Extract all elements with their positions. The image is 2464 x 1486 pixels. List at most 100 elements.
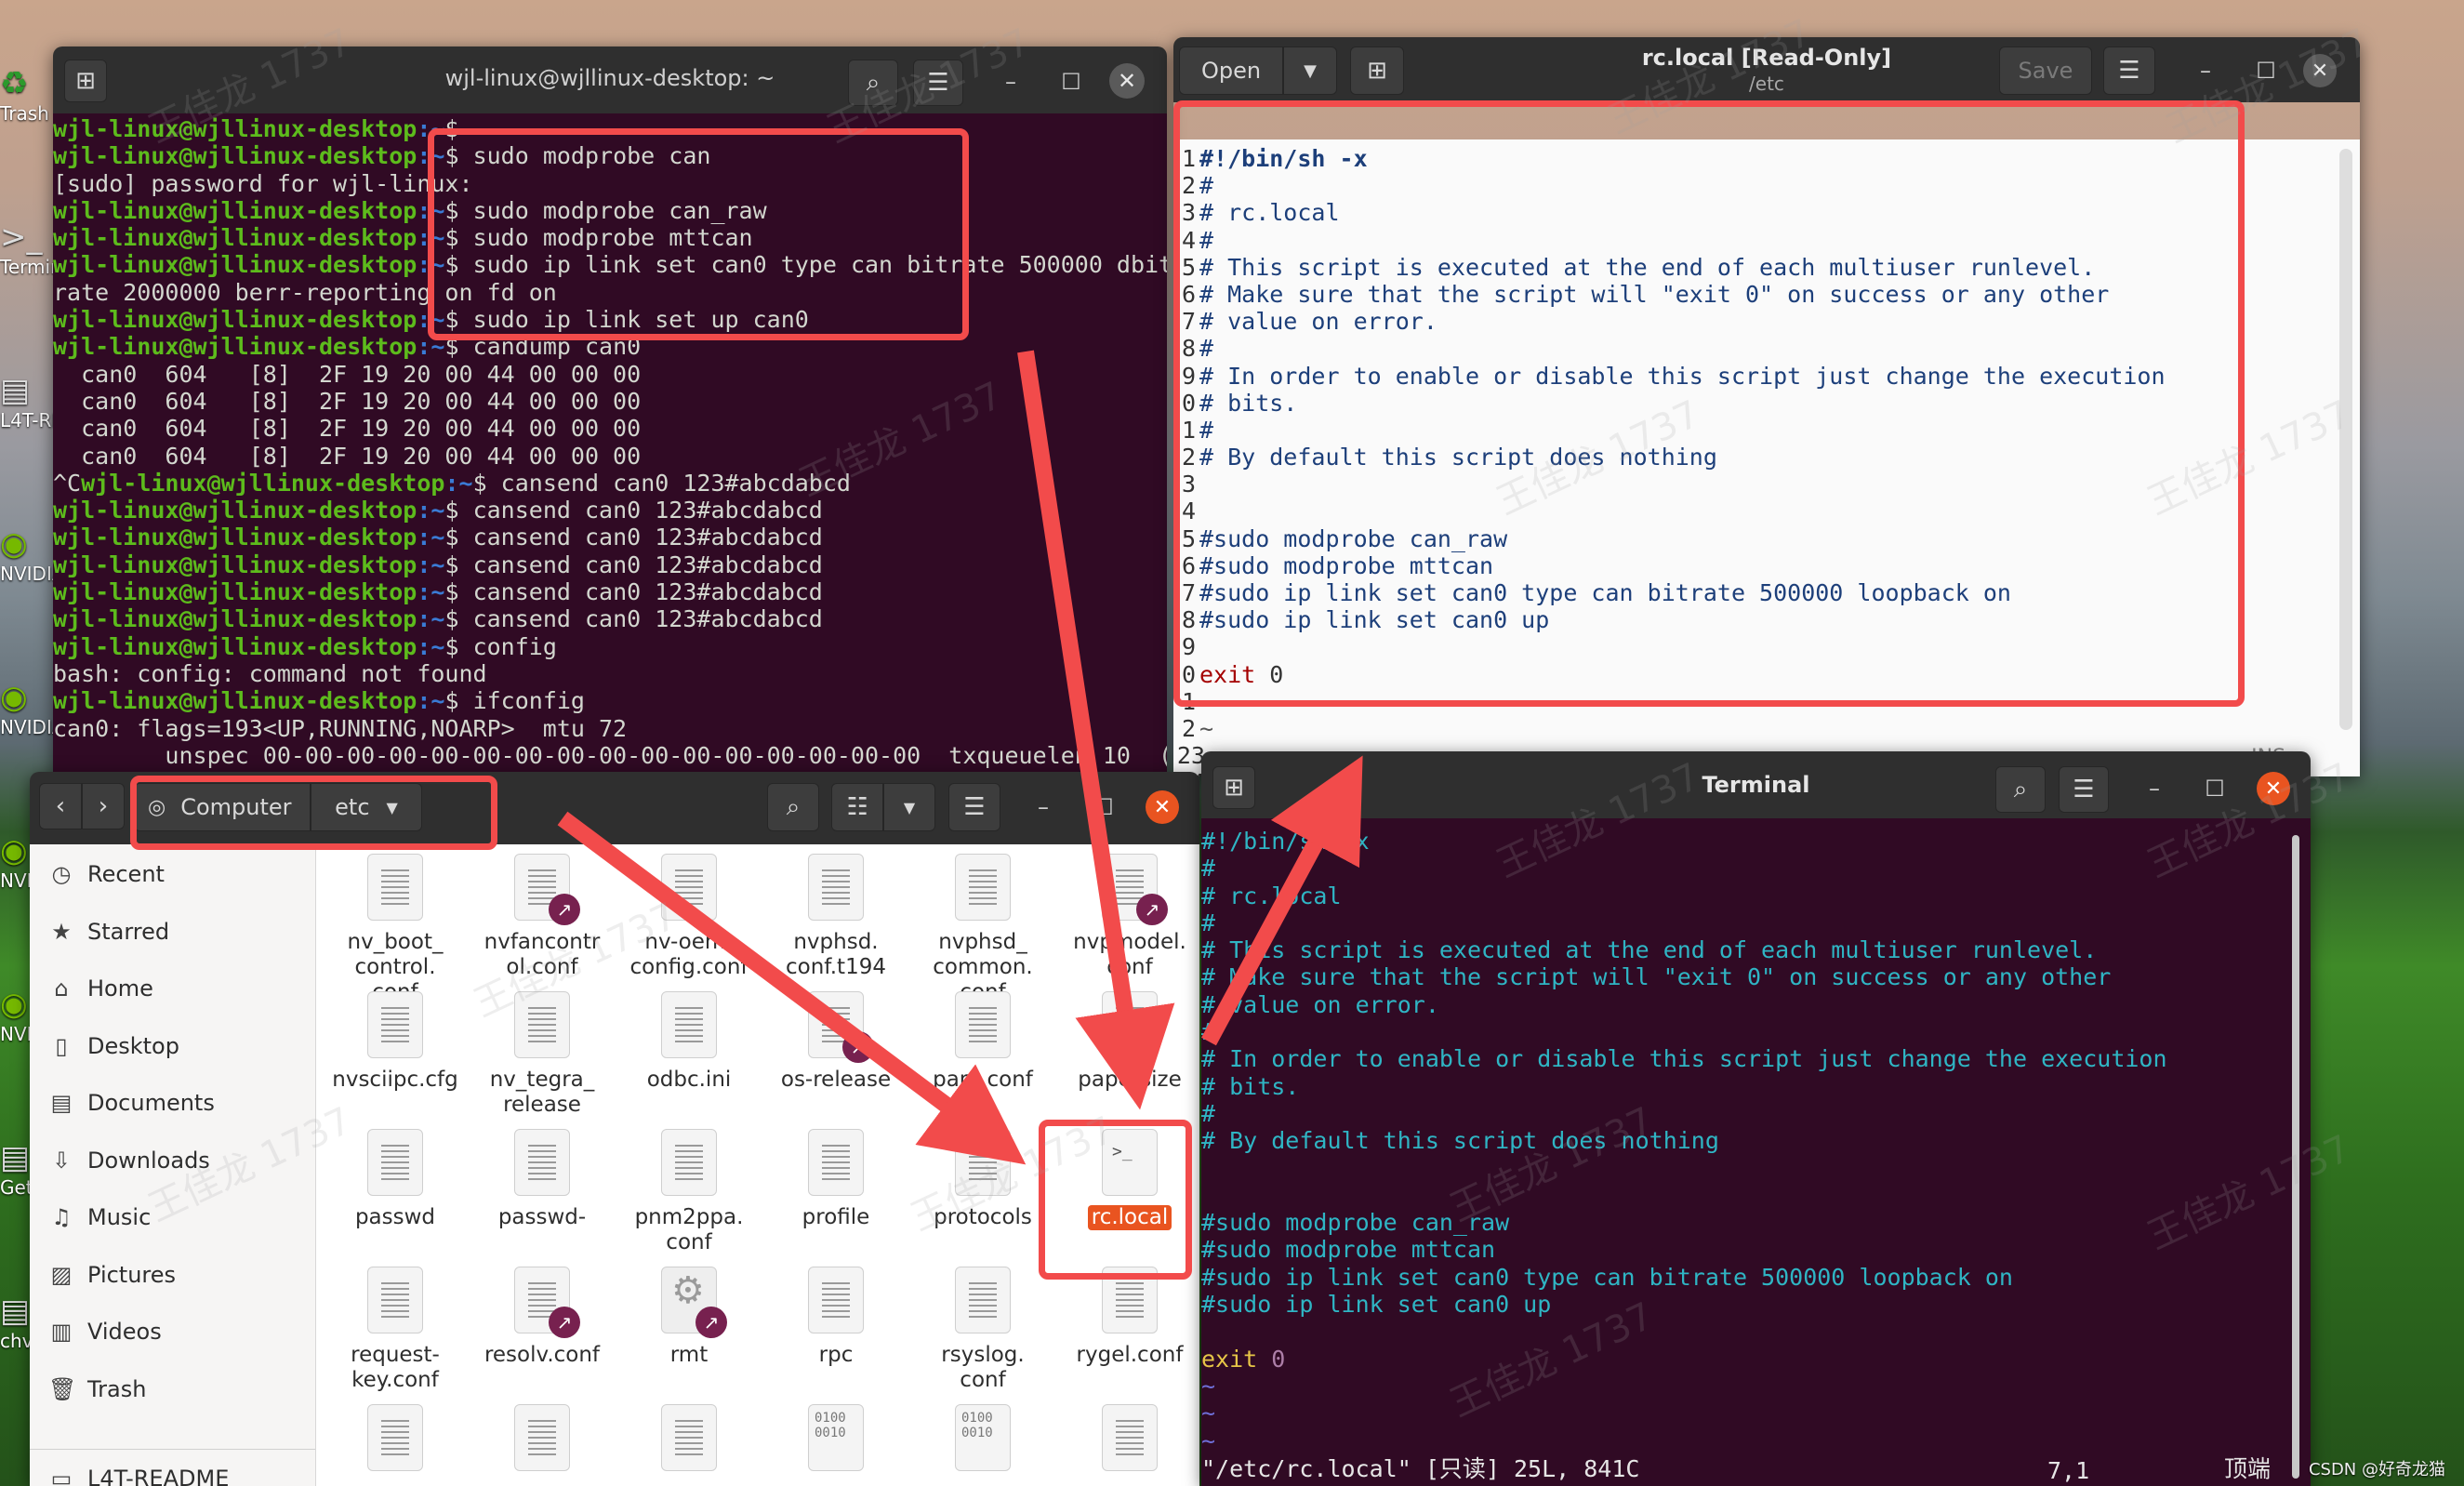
terminal-line: [sudo] password for wjl-linux: bbox=[53, 170, 1167, 197]
file-item[interactable]: nv_tegra_ release bbox=[472, 991, 612, 1118]
close-icon: ✕ bbox=[2311, 59, 2329, 83]
output-text: can0 604 [8] 2F 19 20 00 44 00 00 00 bbox=[53, 442, 642, 470]
sidebar-item-recent[interactable]: ◷ Recent bbox=[48, 861, 165, 887]
hamburger-icon: ☰ bbox=[963, 793, 986, 821]
minimize-button[interactable]: – bbox=[2136, 770, 2173, 807]
maximize-button[interactable]: ☐ bbox=[1053, 63, 1090, 100]
terminal-scrollbar[interactable] bbox=[2292, 835, 2299, 1479]
sidebar-item-starred[interactable]: ★ Starred bbox=[48, 919, 169, 945]
sidebar-item-trash[interactable]: 🗑 Trash bbox=[48, 1376, 146, 1402]
text-editor-area[interactable]: 1 #!/bin/sh -x 2 #3 # rc.local 4 #5 # This scri… bbox=[1173, 139, 2360, 776]
file-item[interactable]: odbc.ini bbox=[619, 991, 759, 1093]
minimize-button[interactable]: – bbox=[1025, 789, 1062, 826]
desktop-icon-1[interactable]: >_Terminal bbox=[0, 219, 56, 278]
close-button[interactable]: ✕ bbox=[2257, 772, 2290, 805]
file-item[interactable]: profile bbox=[766, 1129, 906, 1230]
file-item[interactable] bbox=[325, 1404, 465, 1480]
close-button[interactable]: ✕ bbox=[2303, 54, 2337, 87]
sidebar-item-pictures[interactable]: ▨ Pictures bbox=[48, 1262, 176, 1288]
sidebar-item-videos[interactable]: ▥ Videos bbox=[48, 1319, 162, 1345]
prompt-symbol: $ bbox=[444, 578, 459, 606]
prompt-user: wjl-linux@wjllinux-desktop bbox=[53, 551, 417, 578]
file-item[interactable]: pam.conf bbox=[913, 991, 1053, 1093]
file-item[interactable]: ↗ nvpmodel. conf bbox=[1060, 854, 1199, 980]
sidebar-item-desktop[interactable]: ▯ Desktop bbox=[48, 1033, 179, 1059]
file-item[interactable] bbox=[619, 1404, 759, 1480]
file-item[interactable]: passwd bbox=[325, 1129, 465, 1230]
vim-buffer[interactable]: #!/bin/sh -x # # rc.local # # This script is… bbox=[1201, 818, 2311, 1486]
prompt-symbol: $ bbox=[444, 142, 459, 170]
back-button[interactable]: ‹ bbox=[39, 783, 82, 829]
prompt-user: wjl-linux@wjllinux-desktop bbox=[53, 251, 417, 279]
text-lines-glyph bbox=[969, 1282, 997, 1320]
terminal-output[interactable]: wjl-linux@wjllinux-desktop:~$ wjl-linux@w… bbox=[53, 113, 1167, 776]
close-button[interactable]: ✕ bbox=[1109, 63, 1145, 99]
maximize-button[interactable]: ☐ bbox=[2247, 52, 2285, 89]
file-item[interactable]: nv-oem- config.conf bbox=[619, 854, 759, 980]
file-item[interactable]: nvphsd. conf.t194 bbox=[766, 854, 906, 980]
desktop-icon-3[interactable]: ◉NVIDIA Jetson Z bbox=[0, 525, 56, 585]
file-item[interactable]: rygel.conf bbox=[1060, 1267, 1199, 1368]
path-etc-button[interactable]: etc ▼ bbox=[311, 783, 422, 831]
menu-button[interactable]: ☰ bbox=[913, 60, 963, 106]
path-computer-button[interactable]: ◎ Computer bbox=[134, 783, 311, 831]
minimize-button[interactable]: – bbox=[2187, 52, 2224, 89]
file-item[interactable] bbox=[1060, 1404, 1199, 1480]
search-button[interactable]: ⌕ bbox=[767, 783, 819, 831]
file-item[interactable]: nvphsd_ common. conf bbox=[913, 854, 1053, 1005]
file-item[interactable]: rsyslog. conf bbox=[913, 1267, 1053, 1393]
search-button[interactable]: ⌕ bbox=[1995, 766, 2046, 813]
view-options-button[interactable]: ▼ bbox=[883, 783, 935, 831]
forward-button[interactable]: › bbox=[82, 783, 125, 829]
vim-line: #!/bin/sh -x bbox=[1201, 828, 1370, 855]
prompt-user: wjl-linux@wjllinux-desktop bbox=[53, 306, 417, 334]
text-file-icon bbox=[514, 1404, 570, 1471]
file-item[interactable]: request- key.conf bbox=[325, 1267, 465, 1393]
sidebar-item-music[interactable]: ♫ Music bbox=[48, 1204, 151, 1230]
file-item[interactable]: pnm2ppa. conf bbox=[619, 1129, 759, 1255]
sidebar-item-documents[interactable]: ▤ Documents bbox=[48, 1090, 215, 1116]
line-text: # bits. bbox=[1199, 389, 1298, 417]
file-item[interactable]: nv_boot_ control. conf bbox=[325, 854, 465, 1005]
file-item[interactable]: ⚙ ↗ rmt bbox=[619, 1267, 759, 1368]
file-item[interactable]: ↗ os-release bbox=[766, 991, 906, 1093]
line-number: 7 bbox=[1181, 308, 1196, 336]
menu-button[interactable]: ☰ bbox=[948, 783, 1000, 831]
file-item[interactable]: passwd- bbox=[472, 1129, 612, 1230]
file-item[interactable]: rpc bbox=[766, 1267, 906, 1368]
desktop-icon-0[interactable]: ♻ Trash bbox=[0, 65, 56, 125]
close-button[interactable]: ✕ bbox=[1146, 790, 1179, 824]
desktop-icon-2[interactable]: ▤L4T-README bbox=[0, 372, 56, 431]
prompt-user: wjl-linux@wjllinux-desktop bbox=[53, 142, 417, 170]
file-item[interactable]: papersize bbox=[1060, 991, 1199, 1093]
file-item[interactable]: 0100 0010 bbox=[766, 1404, 906, 1480]
prompt-path: :~ bbox=[417, 224, 445, 252]
sidebar-item-downloads[interactable]: ⇩ Downloads bbox=[48, 1148, 210, 1174]
desktop-icon-4[interactable]: ◉NVIDIA Jetson Developer bbox=[0, 679, 56, 738]
save-button[interactable]: Save bbox=[1999, 46, 2092, 95]
file-item[interactable]: ↗ resolv.conf bbox=[472, 1267, 612, 1368]
maximize-icon: ☐ bbox=[1093, 794, 1114, 820]
file-item[interactable]: 0100 0010 bbox=[913, 1404, 1053, 1480]
editor-scrollbar[interactable] bbox=[2339, 149, 2352, 730]
sidebar-item-l4t-readme[interactable]: ▭ L4T-README bbox=[48, 1466, 230, 1486]
text-lines-glyph bbox=[1116, 1282, 1144, 1320]
file-item[interactable]: nvsciipc.cfg bbox=[325, 991, 465, 1093]
line-text: # bbox=[1199, 172, 1214, 200]
vim-line: # bbox=[1201, 1018, 1216, 1046]
search-button[interactable]: ⌕ bbox=[848, 60, 898, 106]
maximize-button[interactable]: ☐ bbox=[2196, 770, 2233, 807]
file-item[interactable]: >_ rc.local bbox=[1060, 1129, 1199, 1230]
menu-button[interactable]: ☰ bbox=[2059, 766, 2109, 813]
view-list-button[interactable]: ☷ bbox=[831, 783, 883, 831]
file-item[interactable] bbox=[472, 1404, 612, 1480]
menu-button[interactable]: ☰ bbox=[2103, 46, 2155, 95]
sidebar-item-home[interactable]: ⌂ Home bbox=[48, 975, 153, 1002]
text-lines-glyph bbox=[675, 869, 703, 907]
file-item[interactable]: protocols bbox=[913, 1129, 1053, 1230]
prompt-symbol: $ bbox=[472, 469, 487, 497]
minimize-button[interactable]: – bbox=[992, 63, 1029, 100]
file-item[interactable]: ↗ nvfancontr ol.conf bbox=[472, 854, 612, 980]
command-text: ifconfig bbox=[458, 687, 585, 715]
maximize-button[interactable]: ☐ bbox=[1085, 789, 1122, 826]
